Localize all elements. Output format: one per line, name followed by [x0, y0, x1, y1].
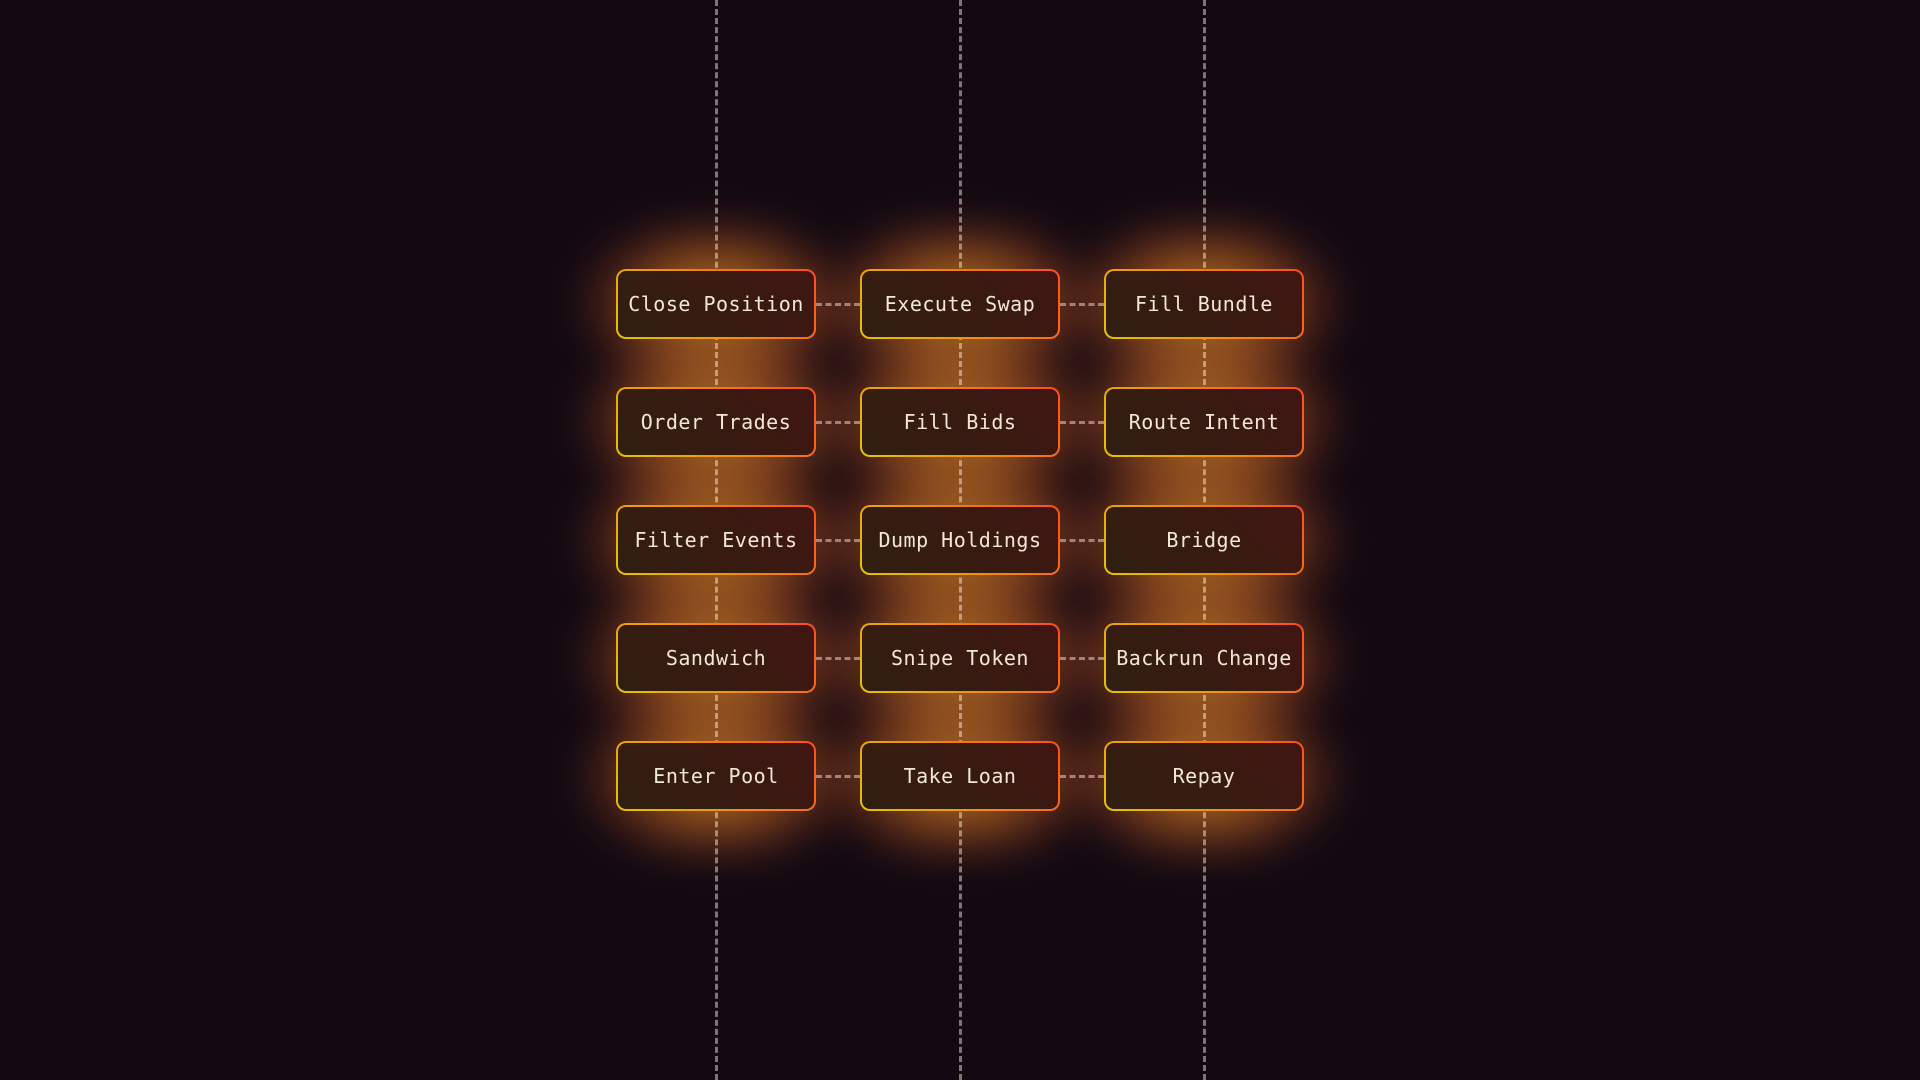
grid-cell: Repay [1104, 741, 1304, 811]
action-label: Enter Pool [653, 764, 778, 788]
action-label: Take Loan [904, 764, 1017, 788]
action-button[interactable]: Sandwich [616, 623, 816, 693]
action-label: Close Position [628, 292, 804, 316]
grid-cell: Take Loan [860, 741, 1060, 811]
grid-cell: Enter Pool [616, 741, 816, 811]
diagram-stage: Close Position Execute Swap Fill Bundle Ord… [0, 0, 1920, 1080]
action-button[interactable]: Take Loan [860, 741, 1060, 811]
grid-cell: Route Intent [1104, 387, 1304, 457]
action-label: Sandwich [666, 646, 766, 670]
action-label: Filter Events [634, 528, 797, 552]
action-label: Route Intent [1129, 410, 1280, 434]
action-button[interactable]: Enter Pool [616, 741, 816, 811]
action-button[interactable]: Snipe Token [860, 623, 1060, 693]
grid-cell: Sandwich [616, 623, 816, 693]
action-label: Bridge [1166, 528, 1241, 552]
action-button[interactable]: Execute Swap [860, 269, 1060, 339]
action-label: Snipe Token [891, 646, 1029, 670]
action-button[interactable]: Route Intent [1104, 387, 1304, 457]
grid-cell: Close Position [616, 269, 816, 339]
action-grid: Close Position Execute Swap Fill Bundle Ord… [616, 269, 1304, 811]
action-label: Fill Bundle [1135, 292, 1273, 316]
action-button[interactable]: Dump Holdings [860, 505, 1060, 575]
grid-cell: Order Trades [616, 387, 816, 457]
action-button[interactable]: Fill Bundle [1104, 269, 1304, 339]
grid-cell: Fill Bundle [1104, 269, 1304, 339]
action-label: Execute Swap [885, 292, 1036, 316]
action-button[interactable]: Filter Events [616, 505, 816, 575]
action-button[interactable]: Fill Bids [860, 387, 1060, 457]
action-button[interactable]: Order Trades [616, 387, 816, 457]
grid-cell: Filter Events [616, 505, 816, 575]
grid-cell: Bridge [1104, 505, 1304, 575]
grid-cell: Dump Holdings [860, 505, 1060, 575]
action-label: Order Trades [641, 410, 792, 434]
grid-cell: Fill Bids [860, 387, 1060, 457]
action-label: Fill Bids [904, 410, 1017, 434]
action-label: Dump Holdings [878, 528, 1041, 552]
action-button[interactable]: Repay [1104, 741, 1304, 811]
action-button[interactable]: Close Position [616, 269, 816, 339]
action-label: Repay [1173, 764, 1236, 788]
action-button[interactable]: Backrun Change [1104, 623, 1304, 693]
grid-cell: Execute Swap [860, 269, 1060, 339]
action-label: Backrun Change [1116, 646, 1292, 670]
grid-cell: Snipe Token [860, 623, 1060, 693]
grid-cell: Backrun Change [1104, 623, 1304, 693]
action-button[interactable]: Bridge [1104, 505, 1304, 575]
